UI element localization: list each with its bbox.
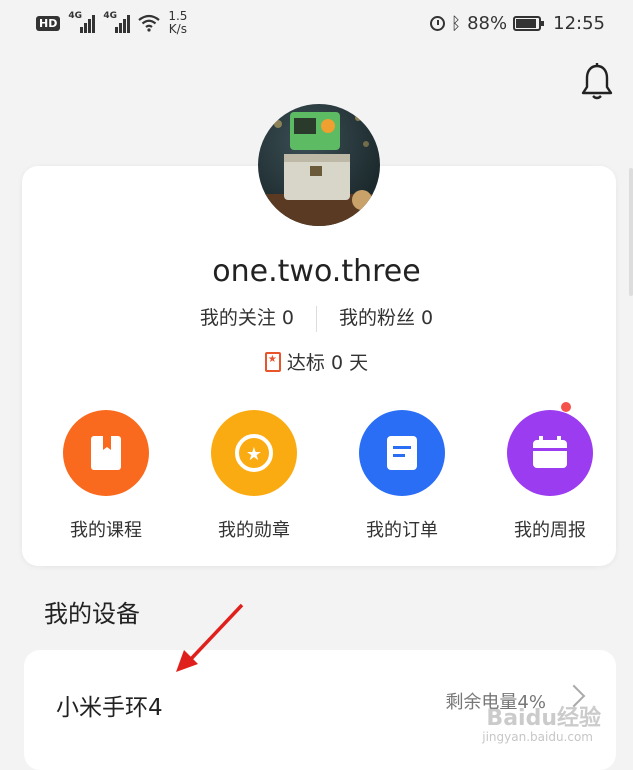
speed-unit: K/s [168, 22, 187, 36]
feature-label: 我的订单 [366, 520, 438, 541]
notification-dot [561, 402, 571, 412]
clock: 12:55 [553, 13, 605, 34]
battery-icon [513, 16, 545, 31]
signal-icon: 4G [68, 11, 96, 33]
hd-badge: HD [36, 15, 61, 31]
report-icon [507, 402, 593, 496]
my-courses-button[interactable]: 我的课程 [36, 410, 176, 542]
status-bar: HD 4G 4G 1.5 K/s ᛒ 88% 12:55 [0, 0, 633, 52]
device-name: 小米手环4 [56, 695, 163, 721]
feature-label: 我的周报 [514, 520, 586, 541]
watermark: Baidu经验 [486, 706, 601, 731]
follow-stats: 我的关注 0 我的粉丝 0 [0, 303, 633, 332]
my-medals-button[interactable]: ★ 我的勋章 [184, 410, 324, 542]
bluetooth-icon: ᛒ [450, 13, 462, 34]
avatar[interactable] [258, 104, 380, 226]
network-speed: 1.5 K/s [168, 10, 187, 36]
signal-icon: 4G [103, 11, 131, 33]
battery-percent: 88% [467, 13, 508, 34]
book-icon [63, 410, 149, 496]
feature-label: 我的课程 [70, 520, 142, 541]
badge-star-icon [264, 352, 281, 372]
svg-text:★: ★ [246, 444, 262, 465]
following-count[interactable]: 我的关注 0 [178, 303, 316, 330]
feature-label: 我的勋章 [218, 520, 290, 541]
target-days-label: 达标 0 天 [286, 352, 369, 374]
wifi-icon [138, 14, 161, 32]
medal-icon: ★ [211, 410, 297, 496]
network-type-1: 4G [68, 11, 82, 21]
target-days[interactable]: 达标 0 天 [0, 348, 633, 375]
my-weekly-report-button[interactable]: 我的周报 [480, 402, 620, 542]
my-orders-button[interactable]: 我的订单 [332, 410, 472, 542]
alarm-icon [429, 16, 445, 31]
feature-grid: 我的课程 ★ 我的勋章 我的订单 我的周报 [22, 402, 616, 542]
watermark-url: jingyan.baidu.com [482, 730, 593, 744]
section-title-devices: 我的设备 [44, 600, 140, 628]
network-type-2: 4G [103, 11, 117, 21]
order-icon [359, 410, 445, 496]
notification-bell-icon[interactable] [581, 62, 613, 102]
username: one.two.three [212, 254, 421, 289]
followers-count[interactable]: 我的粉丝 0 [317, 303, 455, 330]
